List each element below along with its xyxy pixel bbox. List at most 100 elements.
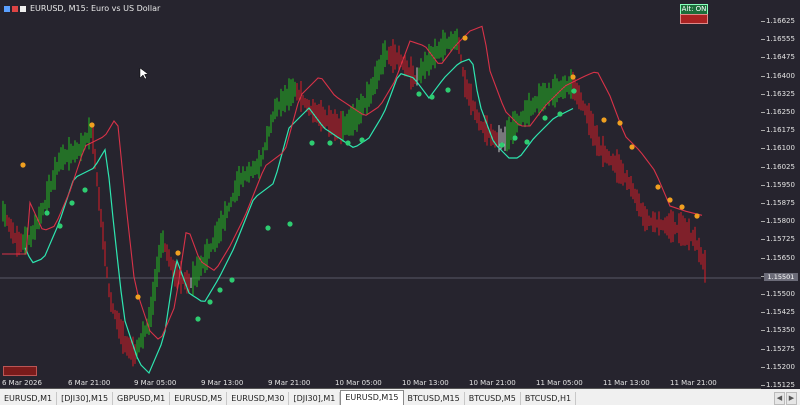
price-tick <box>761 130 765 132</box>
time-label: 11 Mar 13:00 <box>603 379 650 387</box>
price-tick <box>761 221 765 223</box>
price-label: 1.16100 <box>766 144 795 153</box>
chart-tab[interactable]: EURUSD,M1 <box>0 392 58 405</box>
sell-signal-icon <box>629 144 635 150</box>
expert-status-badge[interactable] <box>3 366 37 376</box>
buy-signal-icon <box>57 223 63 229</box>
price-tick <box>761 57 765 59</box>
buy-signal-icon <box>229 277 235 283</box>
price-tick <box>761 294 765 295</box>
price-label: 1.15950 <box>766 180 795 189</box>
price-tick <box>761 385 765 386</box>
time-label: 9 Mar 21:00 <box>268 379 311 387</box>
chart-tab[interactable]: EURUSD,M30 <box>227 392 290 405</box>
buy-signal-icon <box>327 140 333 146</box>
chart-menu-icon[interactable] <box>4 5 26 13</box>
buy-signal-icon <box>499 142 505 148</box>
sell-signal-icon <box>679 204 685 210</box>
buy-signal-icon <box>557 111 563 117</box>
price-label: 1.15125 <box>766 381 795 389</box>
chart-plot[interactable] <box>0 0 761 389</box>
buy-signal-icon <box>195 316 201 322</box>
buy-signal-icon <box>512 135 518 141</box>
chart-title-text: EURUSD, M15: Euro vs US Dollar <box>30 4 161 13</box>
price-label: 1.15650 <box>766 253 795 262</box>
time-label: 9 Mar 13:00 <box>201 379 244 387</box>
price-label: 1.16025 <box>766 162 795 171</box>
chart-tab[interactable]: [DJI30],M1 <box>289 392 341 405</box>
mouse-cursor-icon <box>139 67 149 80</box>
chart-tab[interactable]: EURUSD,M5 <box>170 392 228 405</box>
price-tick <box>761 203 765 204</box>
price-label: 1.15425 <box>766 308 795 317</box>
price-tick <box>761 257 765 259</box>
time-label: 6 Mar 2026 <box>2 379 42 387</box>
chart-tab[interactable]: EURUSD,M15 <box>340 390 404 405</box>
sell-signal-icon <box>655 184 661 190</box>
price-label: 1.15800 <box>766 217 795 226</box>
chart-tab[interactable]: BTCUSD,M15 <box>404 392 465 405</box>
chart-tab[interactable]: GBPUSD,M1 <box>113 392 171 405</box>
price-label: 1.16325 <box>766 89 795 98</box>
sell-signal-icon <box>601 117 607 123</box>
sell-signal-icon <box>617 120 623 126</box>
price-label: 1.16475 <box>766 53 795 62</box>
scroll-left-icon[interactable]: ◀ <box>774 392 785 405</box>
time-label: 11 Mar 05:00 <box>536 379 583 387</box>
buy-signal-icon <box>524 139 530 145</box>
price-tick <box>761 330 765 332</box>
buy-signal-icon <box>416 91 422 97</box>
buy-signal-icon <box>571 88 577 94</box>
price-label: 1.15725 <box>766 235 795 244</box>
price-tick <box>761 93 765 95</box>
price-label: 1.16555 <box>766 35 795 44</box>
time-label: 10 Mar 13:00 <box>402 379 449 387</box>
buy-signal-icon <box>359 137 365 143</box>
time-label: 9 Mar 05:00 <box>134 379 177 387</box>
sell-signal-icon <box>89 122 95 128</box>
buy-signal-icon <box>265 225 271 231</box>
time-label: 6 Mar 21:00 <box>68 379 111 387</box>
sell-signal-icon <box>462 35 468 41</box>
price-label: 1.16175 <box>766 126 795 135</box>
price-label: 1.15875 <box>766 199 795 207</box>
price-label: 1.16250 <box>766 108 795 116</box>
price-label: 1.15350 <box>766 326 795 335</box>
price-tick <box>761 239 765 241</box>
price-label: 1.16625 <box>766 17 795 25</box>
chart-tab[interactable]: BTCUSD,H1 <box>521 392 577 405</box>
terminal-window: EURUSD, M15: Euro vs US Dollar Alt: ON 1… <box>0 0 800 405</box>
price-tick <box>761 112 765 113</box>
scroll-right-icon[interactable]: ▶ <box>786 392 797 405</box>
buy-signal-icon <box>445 87 451 93</box>
price-tick <box>761 366 765 368</box>
price-label: 1.16400 <box>766 71 795 80</box>
chart-tab[interactable]: BTCUSD,M5 <box>465 392 521 405</box>
sell-signal-icon <box>20 162 26 168</box>
buy-signal-icon <box>217 287 223 293</box>
price-tick <box>761 75 765 77</box>
chart-title: EURUSD, M15: Euro vs US Dollar <box>4 4 160 13</box>
buy-signal-icon <box>44 210 50 216</box>
sell-signal-icon <box>570 74 576 80</box>
sell-signal-icon <box>694 213 700 219</box>
chart-tab[interactable]: [DJI30],M15 <box>57 392 114 405</box>
slow-moving-average <box>2 25 703 340</box>
price-tick <box>761 148 765 150</box>
buy-signal-icon <box>345 140 351 146</box>
chart-tabs: EURUSD,M1 [DJI30],M15 GBPUSD,M1 EURUSD,M5 EU… <box>0 389 800 405</box>
buy-signal-icon <box>82 187 88 193</box>
fast-moving-average <box>24 58 574 375</box>
current-price-tag: 1.15501 <box>764 273 798 281</box>
sell-signal-icon <box>175 250 181 256</box>
algo-status-indicator[interactable] <box>680 14 708 24</box>
buy-signal-icon <box>69 200 75 206</box>
price-tick <box>761 348 765 350</box>
sell-signal-icon <box>135 294 141 300</box>
price-chart[interactable]: EURUSD, M15: Euro vs US Dollar Alt: ON 1… <box>0 0 800 389</box>
price-label: 1.15500 <box>766 290 795 298</box>
buy-signal-icon <box>429 94 435 100</box>
buy-signal-icon <box>287 221 293 227</box>
price-tick <box>761 312 765 314</box>
price-tick <box>761 21 765 22</box>
